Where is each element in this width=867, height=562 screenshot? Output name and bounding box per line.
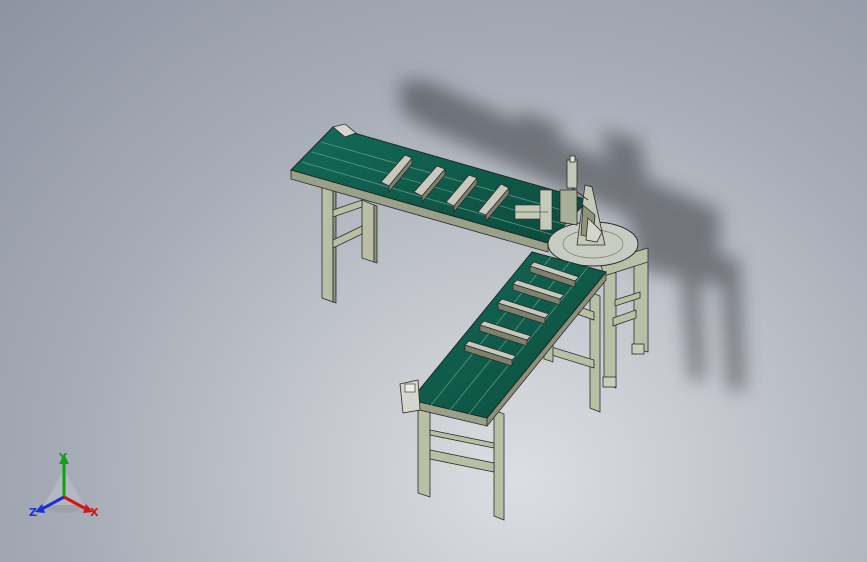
orientation-triad[interactable]: Y X Z — [0, 0, 867, 562]
y-axis-label: Y — [58, 451, 68, 464]
z-axis-label: Z — [29, 506, 37, 519]
x-axis-label: X — [90, 506, 99, 519]
cad-viewport[interactable]: Y X Z — [0, 0, 867, 562]
